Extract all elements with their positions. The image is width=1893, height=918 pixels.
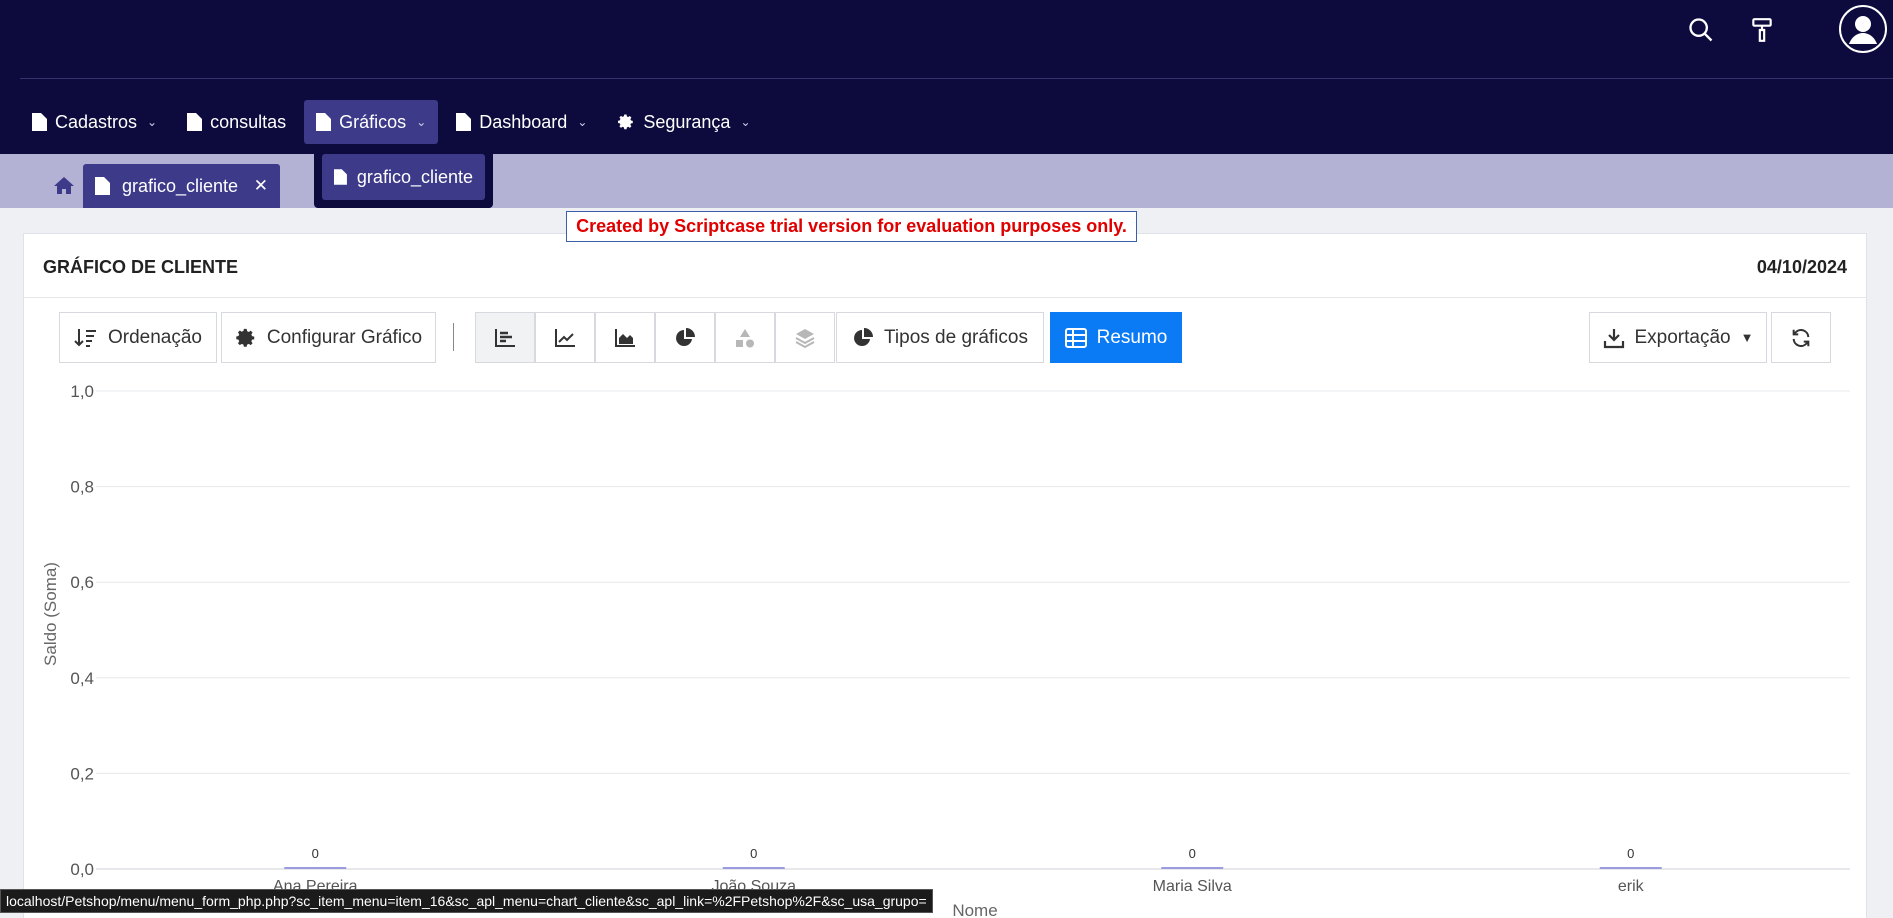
- x-axis-label: Nome: [952, 901, 997, 918]
- tab-grafico-cliente[interactable]: grafico_cliente ✕: [83, 164, 280, 208]
- tab-label: grafico_cliente: [122, 175, 239, 196]
- chart-types-label: Tipos de gráficos: [884, 326, 1028, 348]
- menu-item-graficos[interactable]: Gráficos ⌄: [304, 100, 439, 144]
- chart-bars: 0 0 0 0: [284, 846, 1662, 869]
- gear-icon: [236, 328, 255, 347]
- menu-item-label: Dashboard: [479, 111, 568, 132]
- panel-header: GRÁFICO DE CLIENTE 04/10/2024: [24, 234, 1866, 298]
- status-bar-url: localhost/Petshop/menu/menu_form_php.php…: [0, 889, 933, 913]
- trial-notice: Created by Scriptcase trial version for …: [566, 211, 1137, 242]
- export-button[interactable]: Exportação ▼: [1589, 312, 1767, 363]
- data-label: 0: [312, 846, 319, 861]
- page-title: GRÁFICO DE CLIENTE: [43, 257, 239, 277]
- sort-label: Ordenação: [107, 326, 202, 348]
- menu-item-label: Segurança: [643, 111, 731, 132]
- y-tick-label: 0,2: [70, 764, 94, 783]
- y-axis-ticks: 0,0 0,2 0,4 0,6 0,8 1,0: [70, 382, 94, 879]
- bar-chart: 0,00,20,40,60,81,0 0000 Ana Pereira João …: [41, 382, 1850, 918]
- menu-item-cadastros[interactable]: Cadastros ⌄: [20, 100, 169, 144]
- data-label: 0: [1627, 846, 1634, 861]
- bar-chart-button[interactable]: [475, 312, 535, 363]
- configure-chart-label: Configurar Gráfico: [266, 326, 423, 348]
- main-menu: Cadastros ⌄ consultas Gráficos ⌄ Dashboa…: [20, 100, 763, 144]
- shapes-icon: [736, 328, 754, 347]
- download-icon: [1603, 328, 1624, 348]
- gear-icon: [618, 114, 634, 130]
- table-icon: [1064, 327, 1087, 348]
- y-tick-label: 1,0: [70, 382, 94, 401]
- bar[interactable]: [1599, 867, 1662, 869]
- summary-label: Resumo: [1096, 326, 1168, 348]
- stacked-chart-button[interactable]: [775, 312, 835, 363]
- file-icon: [334, 169, 347, 185]
- chart-types-button[interactable]: Tipos de gráficos: [836, 312, 1044, 363]
- bar-chart-icon: [495, 328, 515, 347]
- refresh-button[interactable]: [1771, 312, 1831, 363]
- menu-item-consultas[interactable]: consultas: [175, 100, 298, 144]
- file-icon: [316, 113, 332, 131]
- tab-bar: [0, 154, 1893, 208]
- chevron-down-icon: ⌄: [740, 115, 751, 129]
- data-label: 0: [750, 846, 757, 861]
- menu-item-dashboard[interactable]: Dashboard ⌄: [444, 100, 599, 144]
- menu-item-label: Gráficos: [339, 111, 407, 132]
- navbar-divider: [20, 78, 1893, 79]
- line-chart-icon: [555, 328, 575, 347]
- menu-item-label: consultas: [210, 111, 287, 132]
- home-icon[interactable]: [52, 174, 76, 198]
- x-tick-label: Maria Silva: [1153, 878, 1232, 895]
- y-axis-label: Saldo (Soma): [41, 562, 60, 666]
- file-icon: [32, 113, 47, 131]
- data-label: 0: [1189, 846, 1196, 861]
- layers-icon: [795, 328, 815, 348]
- summary-button[interactable]: Resumo: [1050, 312, 1182, 363]
- dropdown-item-label: grafico_cliente: [356, 166, 473, 187]
- toolbar-separator: [453, 323, 454, 351]
- pie-chart-button[interactable]: [655, 312, 715, 363]
- file-icon: [95, 177, 110, 195]
- area-chart-button[interactable]: [595, 312, 655, 363]
- x-tick-label: erik: [1618, 878, 1645, 895]
- y-tick-label: 0,0: [70, 860, 94, 879]
- bar[interactable]: [284, 867, 347, 869]
- chevron-down-icon: ⌄: [416, 115, 427, 129]
- chart-grid: [96, 390, 1850, 870]
- area-chart-icon: [615, 328, 635, 347]
- sort-icon: [74, 328, 96, 347]
- chevron-down-icon: ⌄: [147, 115, 158, 129]
- file-icon: [187, 113, 203, 131]
- menu-item-label: Cadastros: [55, 111, 138, 132]
- user-avatar[interactable]: [1838, 4, 1888, 54]
- paint-roller-icon[interactable]: [1744, 12, 1780, 48]
- export-label: Exportação: [1634, 326, 1731, 348]
- pie-chart-icon: [854, 327, 873, 346]
- sort-button[interactable]: Ordenação: [59, 312, 217, 363]
- close-icon[interactable]: ✕: [254, 176, 268, 196]
- y-tick-label: 0,8: [70, 478, 94, 497]
- line-chart-button[interactable]: [535, 312, 595, 363]
- dropdown-item-grafico-cliente[interactable]: grafico_cliente: [322, 154, 485, 200]
- y-tick-label: 0,4: [70, 669, 94, 688]
- caret-down-icon: ▼: [1740, 330, 1754, 345]
- file-icon: [456, 113, 472, 131]
- pie-chart-icon: [676, 327, 695, 346]
- menu-item-seguranca[interactable]: Segurança ⌄: [605, 100, 762, 144]
- configure-chart-button[interactable]: Configurar Gráfico: [221, 312, 436, 363]
- chevron-down-icon: ⌄: [577, 115, 588, 129]
- bar[interactable]: [1161, 867, 1224, 869]
- panel-date: 04/10/2024: [1756, 257, 1847, 277]
- graficos-dropdown: grafico_cliente: [314, 151, 493, 208]
- shapes-chart-button[interactable]: [715, 312, 775, 363]
- y-tick-label: 0,6: [70, 573, 94, 592]
- refresh-icon: [1792, 328, 1810, 347]
- search-icon[interactable]: [1683, 12, 1719, 48]
- bar[interactable]: [722, 867, 785, 869]
